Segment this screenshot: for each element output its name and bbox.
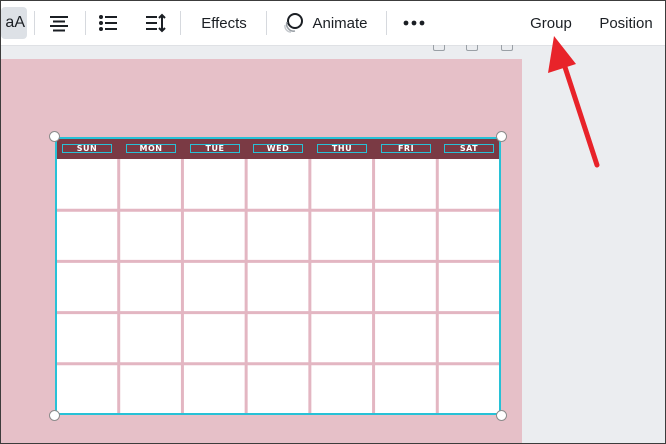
list-button[interactable] bbox=[92, 7, 124, 39]
app-window: aA Effects Animate Group Position SUN MO… bbox=[0, 0, 666, 444]
group-button[interactable]: Group bbox=[522, 7, 580, 39]
effects-label: Effects bbox=[201, 14, 247, 32]
line-spacing-icon bbox=[146, 13, 166, 33]
animate-icon bbox=[284, 13, 304, 33]
page-control-icon[interactable] bbox=[433, 45, 445, 51]
animate-label: Animate bbox=[312, 14, 368, 32]
resize-handle-top-left[interactable] bbox=[49, 131, 60, 142]
position-button[interactable]: Position bbox=[591, 7, 661, 39]
page-control-icon[interactable] bbox=[501, 45, 513, 51]
calendar-grid bbox=[55, 159, 501, 415]
toolbar-divider bbox=[386, 11, 387, 35]
line-spacing-button[interactable] bbox=[139, 7, 173, 39]
group-label: Group bbox=[530, 14, 572, 32]
toolbar-divider bbox=[85, 11, 86, 35]
editor-toolbar: aA Effects Animate Group Position bbox=[1, 1, 665, 46]
toolbar-divider bbox=[34, 11, 35, 35]
more-options-button[interactable] bbox=[397, 7, 431, 39]
effects-button[interactable]: Effects bbox=[187, 7, 261, 39]
align-button[interactable] bbox=[43, 7, 75, 39]
more-options-icon bbox=[403, 20, 425, 26]
align-center-icon bbox=[50, 16, 68, 32]
position-label: Position bbox=[599, 14, 653, 32]
toolbar-divider bbox=[180, 11, 181, 35]
toolbar-divider bbox=[266, 11, 267, 35]
page-control-icon[interactable] bbox=[466, 45, 478, 51]
calendar-element[interactable]: SUN MON TUE WED THU FRI SAT bbox=[55, 137, 501, 415]
resize-handle-bottom-right[interactable] bbox=[496, 410, 507, 421]
resize-handle-top-right[interactable] bbox=[496, 131, 507, 142]
resize-handle-bottom-left[interactable] bbox=[49, 410, 60, 421]
animate-button[interactable]: Animate bbox=[275, 7, 375, 39]
text-case-label: aA bbox=[5, 14, 25, 31]
list-bullets-icon bbox=[99, 15, 117, 31]
text-case-button[interactable]: aA bbox=[1, 7, 27, 39]
